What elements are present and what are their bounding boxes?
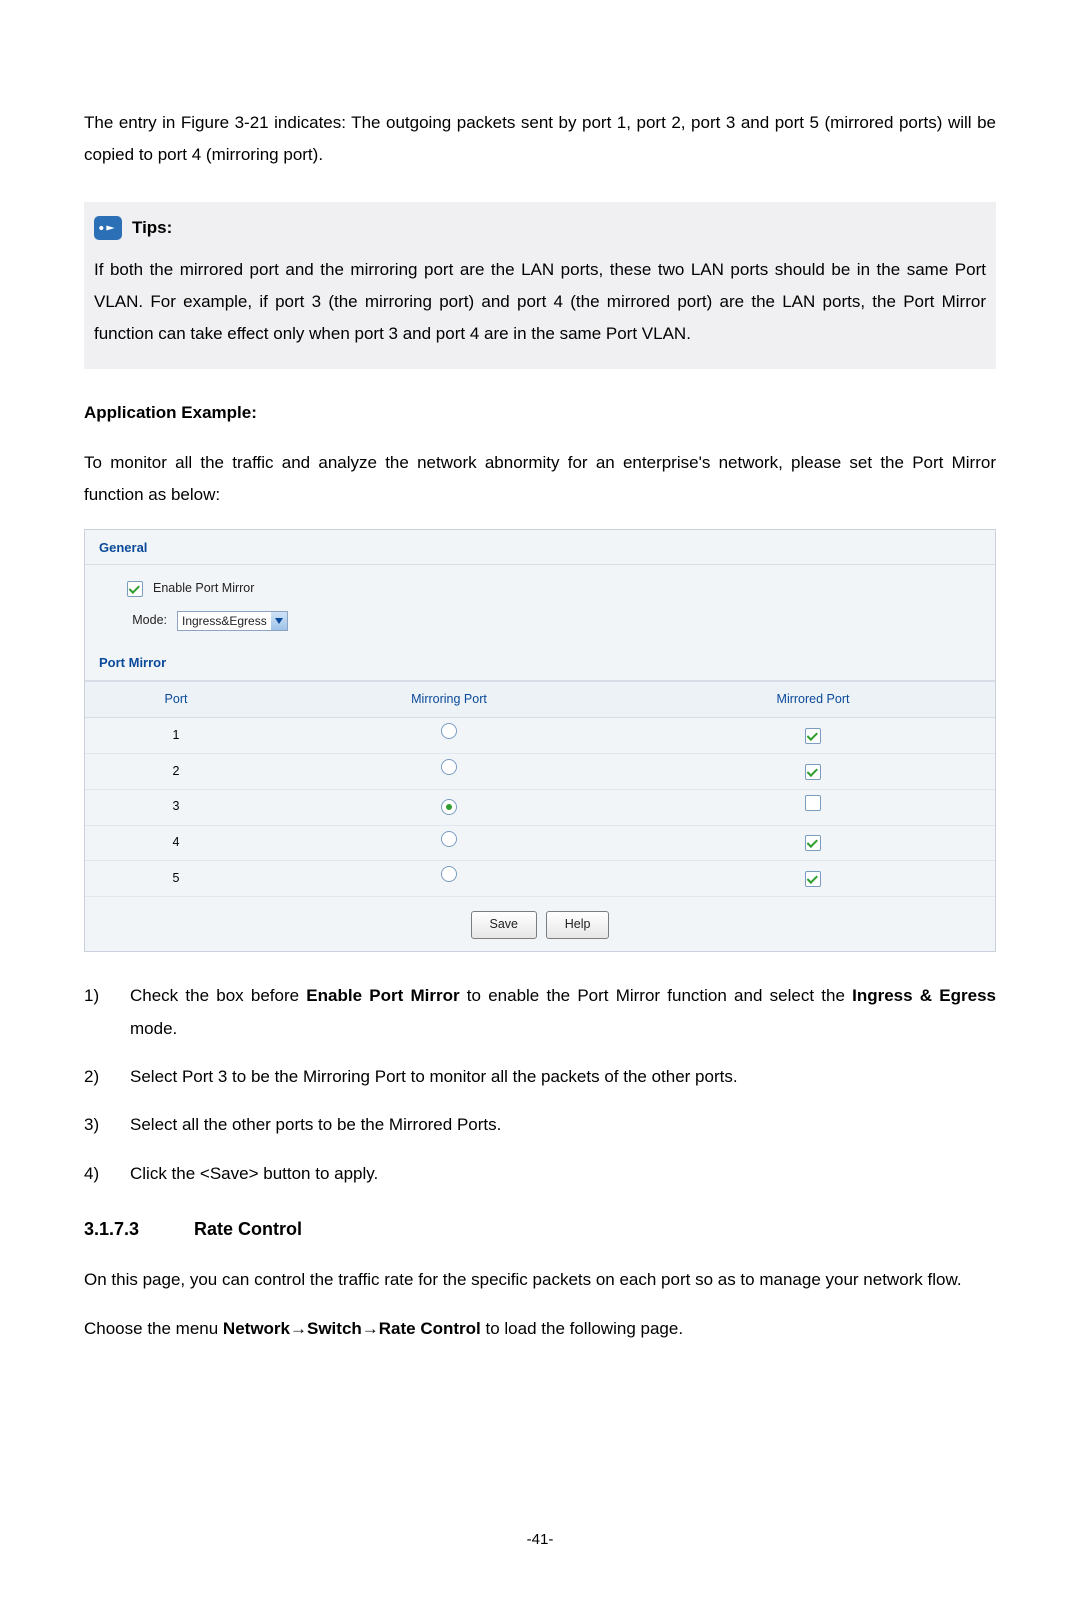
tips-box: Tips: If both the mirrored port and the …: [84, 202, 996, 369]
rate-control-title: Rate Control: [194, 1219, 302, 1239]
instruction-list: Check the box before Enable Port Mirror …: [84, 980, 996, 1189]
port-mirror-table: Port Mirroring Port Mirrored Port 12345: [85, 681, 995, 898]
mirroring-port-radio[interactable]: [441, 759, 457, 775]
port-mirror-panel: General Enable Port Mirror Mode: Ingress…: [84, 529, 996, 953]
step-4: Click the <Save> button to apply.: [84, 1158, 996, 1190]
table-row: 2: [85, 754, 995, 790]
mirrored-cell: [631, 754, 995, 790]
port-cell: 4: [85, 825, 267, 861]
step-1-text3: mode.: [130, 1019, 177, 1038]
mirroring-cell: [267, 754, 631, 790]
enable-port-mirror-checkbox[interactable]: [127, 581, 143, 597]
mirrored-cell: [631, 718, 995, 754]
table-row: 3: [85, 789, 995, 825]
port-cell: 2: [85, 754, 267, 790]
rate-control-intro: On this page, you can control the traffi…: [84, 1264, 996, 1296]
mirroring-port-radio[interactable]: [441, 723, 457, 739]
step-2: Select Port 3 to be the Mirroring Port t…: [84, 1061, 996, 1093]
general-section-title: General: [85, 530, 995, 566]
mirrored-port-checkbox[interactable]: [805, 728, 821, 744]
step-4-text: Click the <Save> button to apply.: [130, 1158, 996, 1190]
col-mirrored: Mirrored Port: [631, 681, 995, 718]
table-row: 4: [85, 825, 995, 861]
mirroring-port-radio[interactable]: [441, 799, 457, 815]
menu-text-c: to load the following page.: [481, 1319, 683, 1338]
mirrored-port-checkbox[interactable]: [805, 871, 821, 887]
intro-paragraph: The entry in Figure 3-21 indicates: The …: [84, 107, 996, 172]
save-button[interactable]: Save: [471, 911, 538, 939]
port-mirror-section-title: Port Mirror: [85, 645, 995, 681]
mirrored-cell: [631, 789, 995, 825]
enable-port-mirror-label: Enable Port Mirror: [153, 577, 254, 601]
mirrored-port-checkbox[interactable]: [805, 764, 821, 780]
menu-text-bold: Network→Switch→Rate Control: [223, 1319, 481, 1338]
tips-label: Tips:: [132, 212, 172, 244]
col-mirroring: Mirroring Port: [267, 681, 631, 718]
menu-path-paragraph: Choose the menu Network→Switch→Rate Cont…: [84, 1313, 996, 1345]
step-3: Select all the other ports to be the Mir…: [84, 1109, 996, 1141]
tips-content: If both the mirrored port and the mirror…: [94, 254, 986, 351]
mode-select[interactable]: Ingress&Egress: [177, 611, 288, 631]
port-cell: 3: [85, 789, 267, 825]
step-1-bold2: Ingress & Egress: [852, 986, 996, 1005]
page-number: -41-: [84, 1526, 996, 1555]
table-row: 5: [85, 861, 995, 897]
mirroring-cell: [267, 789, 631, 825]
col-port: Port: [85, 681, 267, 718]
step-1: Check the box before Enable Port Mirror …: [84, 980, 996, 1045]
application-example-heading: Application Example:: [84, 397, 996, 429]
step-1-bold1: Enable Port Mirror: [306, 986, 459, 1005]
chevron-down-icon: [271, 612, 287, 630]
mirroring-port-radio[interactable]: [441, 831, 457, 847]
table-row: 1: [85, 718, 995, 754]
step-1-text: Check the box before: [130, 986, 306, 1005]
menu-text-a: Choose the menu: [84, 1319, 223, 1338]
rate-control-heading: 3.1.7.3Rate Control: [84, 1212, 996, 1246]
help-button[interactable]: Help: [546, 911, 610, 939]
mirroring-cell: [267, 825, 631, 861]
step-3-text: Select all the other ports to be the Mir…: [130, 1109, 996, 1141]
mode-select-value: Ingress&Egress: [178, 610, 271, 633]
port-cell: 1: [85, 718, 267, 754]
pointing-hand-icon: [94, 216, 122, 240]
port-cell: 5: [85, 861, 267, 897]
rate-control-number: 3.1.7.3: [84, 1212, 194, 1246]
mirroring-port-radio[interactable]: [441, 866, 457, 882]
mirroring-cell: [267, 861, 631, 897]
application-example-text: To monitor all the traffic and analyze t…: [84, 447, 996, 512]
step-2-text: Select Port 3 to be the Mirroring Port t…: [130, 1061, 996, 1093]
mirrored-port-checkbox[interactable]: [805, 835, 821, 851]
step-1-text2: to enable the Port Mirror function and s…: [460, 986, 853, 1005]
mode-label: Mode:: [127, 609, 167, 633]
mirrored-cell: [631, 825, 995, 861]
mirroring-cell: [267, 718, 631, 754]
mirrored-port-checkbox[interactable]: [805, 795, 821, 811]
mirrored-cell: [631, 861, 995, 897]
